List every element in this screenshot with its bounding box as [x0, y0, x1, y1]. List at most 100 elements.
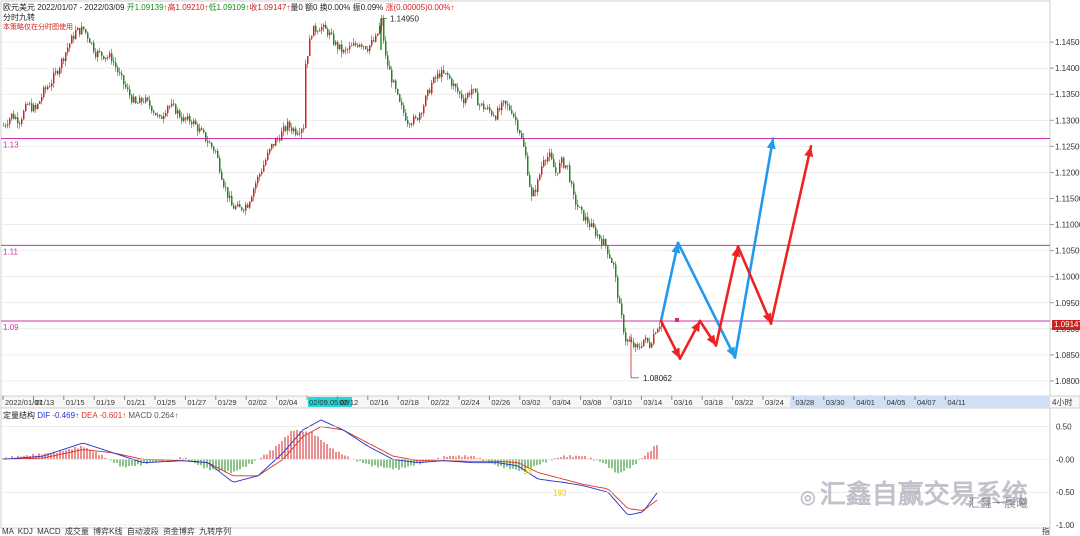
candle-body: [517, 120, 519, 131]
candle-body: [83, 26, 85, 30]
candle-body: [423, 106, 425, 114]
candle-body: [111, 53, 113, 62]
candle-body: [409, 123, 411, 125]
candle-body: [125, 84, 127, 88]
arrow-segment: [659, 241, 680, 323]
candle-body: [349, 46, 351, 50]
candle-body: [91, 42, 93, 44]
candle-body: [49, 86, 51, 88]
macd-tick-label: -0.50: [1056, 488, 1075, 497]
candle-body: [21, 119, 23, 124]
candle-body: [133, 96, 135, 103]
candle-body: [481, 103, 483, 105]
candle-body: [347, 49, 349, 51]
candle-body: [9, 118, 11, 125]
x-tick-label: 02/02: [248, 398, 267, 407]
candle-body: [87, 32, 89, 39]
indicator-toolbar: MA KDJ MACD 成交量 博弈K线 自动波段 资金博弈 九转序列: [2, 528, 233, 536]
candle-body: [521, 133, 523, 138]
candle-body: [73, 35, 75, 39]
candle-body: [5, 125, 7, 127]
x-tick-label: 01/29: [218, 398, 237, 407]
header-field: 高1.09210↑: [167, 3, 209, 12]
candle-body: [533, 189, 535, 197]
toolbar-right[interactable]: 指: [1042, 528, 1050, 536]
hline-label: 1.13: [3, 141, 19, 150]
candle-body: [195, 120, 197, 125]
candle-body: [135, 96, 137, 103]
candle-body: [499, 108, 501, 111]
y-tick-label: 1.10500: [1055, 247, 1080, 256]
candle-body: [353, 43, 355, 46]
candle-body: [601, 238, 603, 245]
candle-body: [357, 44, 359, 47]
candle-body: [161, 116, 163, 119]
candle-body: [419, 113, 421, 120]
period-label[interactable]: 4小时: [1052, 397, 1072, 408]
watermark-sub: 汇鑫一晨曦: [968, 496, 1029, 510]
candle-body: [269, 148, 271, 153]
candle-body: [173, 103, 175, 105]
chart-canvas: 1.14500 1.14000 1.13500 1.13000 1.12500 1.120…: [0, 0, 1080, 530]
candle-body: [403, 105, 405, 113]
candle-body: [467, 93, 469, 98]
candle-body: [413, 116, 415, 124]
x-tick-label: 04/11: [947, 398, 965, 407]
candle-body: [455, 83, 457, 88]
candle-body: [43, 87, 45, 98]
high-label: 1.14950: [390, 15, 419, 24]
candle-body: [311, 36, 313, 39]
candle-body: [575, 194, 577, 205]
legend-item: DEA -0.601↑: [79, 411, 127, 420]
candle-body: [289, 121, 291, 128]
candle-body: [469, 93, 471, 95]
candle-body: [607, 245, 609, 255]
candle-body: [47, 86, 49, 90]
candle-body: [445, 72, 447, 74]
candle-body: [81, 26, 83, 35]
candle-body: [155, 112, 157, 116]
hline-label: 1.09: [3, 323, 19, 332]
candle-body: [617, 277, 619, 298]
candle-body: [397, 88, 399, 95]
candle-body: [479, 104, 481, 106]
candle-body: [231, 195, 233, 206]
candle-body: [295, 128, 297, 135]
candle-body: [463, 98, 465, 104]
candle-body: [651, 343, 653, 348]
candle-body: [71, 35, 73, 44]
candle-body: [37, 103, 39, 109]
candle-body: [615, 264, 617, 278]
candle-body: [199, 128, 201, 132]
candle-body: [535, 189, 537, 192]
candle-body: [591, 223, 593, 227]
candle-body: [301, 129, 303, 133]
candle-body: [519, 130, 521, 134]
candle-body: [613, 262, 615, 265]
candle-body: [243, 210, 245, 211]
macd-panel: 93 193: [2, 419, 658, 516]
candle-body: [539, 174, 541, 180]
signal-label: 93: [523, 467, 532, 476]
candle-body: [153, 111, 155, 113]
candle-body: [543, 160, 545, 167]
candle-body: [333, 33, 335, 45]
candle-body: [313, 25, 315, 37]
candle-body: [233, 205, 235, 209]
candle-body: [559, 162, 561, 173]
candle-body: [657, 329, 659, 333]
candle-body: [307, 55, 309, 64]
y-tick-label: 1.11500: [1055, 195, 1080, 204]
candle-body: [435, 77, 437, 79]
candle-body: [561, 157, 563, 163]
candle-body: [597, 234, 599, 236]
candle-body: [241, 207, 243, 211]
candle-body: [183, 117, 185, 121]
candle-body: [67, 47, 69, 53]
candle-body: [229, 195, 231, 198]
candle-body: [263, 164, 265, 172]
candle-body: [433, 77, 435, 84]
candle-body: [23, 110, 25, 120]
candle-body: [373, 40, 375, 42]
candle-body: [315, 25, 317, 32]
